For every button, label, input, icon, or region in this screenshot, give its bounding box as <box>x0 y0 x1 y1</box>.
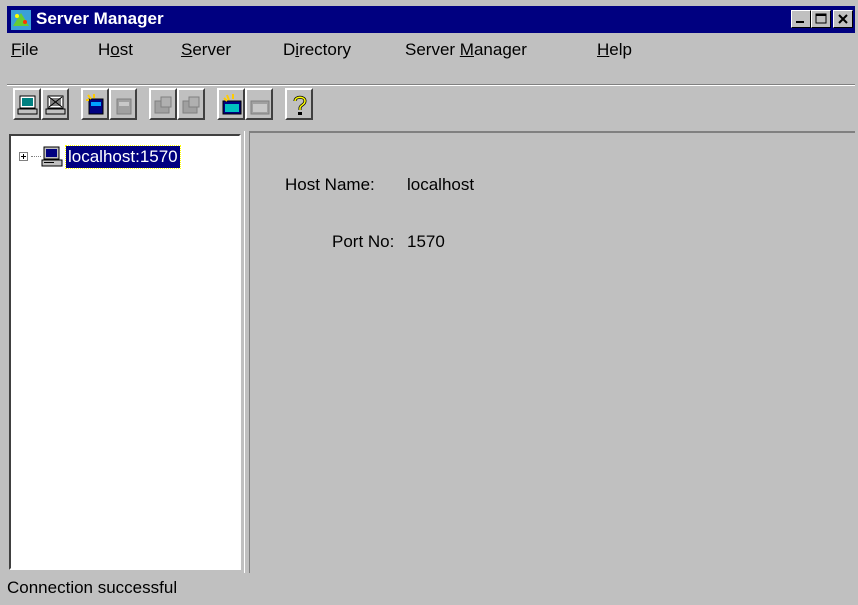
tree-connector <box>31 156 41 157</box>
expand-icon[interactable] <box>19 152 28 161</box>
menu-directory[interactable]: Directory <box>283 40 351 60</box>
add-directory-button[interactable] <box>149 88 177 120</box>
host-name-label: Host Name: <box>285 175 375 194</box>
toolbar <box>7 88 855 124</box>
window-title: Server Manager <box>36 9 164 28</box>
port-value: 1570 <box>407 232 445 251</box>
server-manager-app-icon <box>11 10 31 30</box>
menu-server-manager[interactable]: Server Manager <box>405 40 527 60</box>
toolbar-separator-highlight <box>7 85 855 86</box>
maximize-button[interactable] <box>811 10 831 28</box>
menu-mnemonic: H <box>597 40 610 59</box>
host-name-value: localhost <box>407 175 475 194</box>
server-manager-window: Server Manager File Host Server Director… <box>0 0 858 605</box>
disconnect-host-button[interactable] <box>41 88 69 120</box>
help-icon <box>293 95 307 115</box>
tree-node-label[interactable]: localhost:1570 <box>65 145 181 169</box>
remove-directory-button[interactable] <box>177 88 205 120</box>
menu-mnemonic: S <box>181 40 193 59</box>
minimize-button[interactable] <box>791 10 811 28</box>
menu-help[interactable]: Help <box>597 40 632 60</box>
title-bar[interactable]: Server Manager <box>7 6 855 33</box>
menu-server[interactable]: Server <box>181 40 231 60</box>
menu-mnemonic: o <box>110 40 120 59</box>
host-details-panel: Host Name: localhost Port No: 1570 <box>250 131 855 573</box>
connect-host-button[interactable] <box>13 88 41 120</box>
help-button[interactable] <box>285 88 313 120</box>
close-button[interactable] <box>833 10 853 28</box>
start-server-button[interactable] <box>81 88 109 120</box>
status-text: Connection successful <box>7 578 178 597</box>
remove-directory-icon <box>182 96 200 114</box>
start-manager-button[interactable] <box>217 88 245 120</box>
disconnect-host-icon <box>45 95 66 115</box>
port-label: Port No: <box>332 232 395 251</box>
status-bar: Connection successful <box>7 574 855 602</box>
start-server-icon <box>86 94 104 115</box>
start-manager-icon <box>222 94 242 115</box>
connect-host-icon <box>17 95 38 115</box>
menu-mnemonic: i <box>295 40 300 59</box>
stop-manager-icon <box>250 100 270 115</box>
menu-host[interactable]: Host <box>98 40 133 60</box>
menu-bar: File Host Server Directory Server Manage… <box>7 36 855 62</box>
stop-server-icon <box>116 98 132 115</box>
stop-server-button[interactable] <box>109 88 137 120</box>
stop-manager-button[interactable] <box>245 88 273 120</box>
add-directory-icon <box>154 96 172 114</box>
menu-mnemonic: F <box>11 40 22 59</box>
host-tree[interactable]: localhost:1570 <box>9 134 241 570</box>
menu-file[interactable]: File <box>11 40 38 60</box>
menu-mnemonic: M <box>459 40 474 59</box>
computer-icon <box>41 146 63 173</box>
